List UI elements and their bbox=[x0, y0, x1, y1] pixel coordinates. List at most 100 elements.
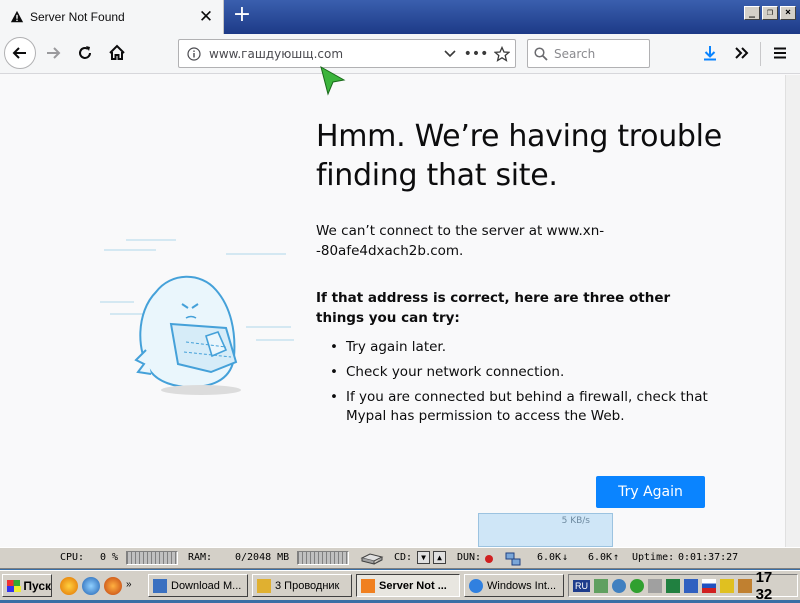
uptime-value: 0:01:37:27 bbox=[678, 552, 739, 563]
list-item: Check your network connection. bbox=[330, 363, 710, 382]
minimize-button[interactable]: _ bbox=[744, 6, 760, 20]
cpu-label: CPU: bbox=[60, 552, 85, 563]
task-download-manager[interactable]: Download M... bbox=[148, 574, 248, 597]
ram-gauge bbox=[297, 551, 349, 565]
tray-app-icon[interactable] bbox=[594, 578, 608, 593]
volume-icon[interactable] bbox=[647, 578, 662, 593]
tx-rate: 6.0K bbox=[588, 552, 613, 563]
windows-logo-icon bbox=[7, 579, 22, 592]
window-controls: _ ❐ × bbox=[744, 6, 796, 20]
quick-launch-expand-icon[interactable]: » bbox=[126, 579, 132, 590]
search-icon bbox=[534, 46, 548, 61]
taskbar: Пуск » Download M... 3 Проводник Server … bbox=[0, 569, 800, 603]
uptime-label: Uptime: bbox=[632, 552, 675, 563]
task-windows-internet[interactable]: Windows Int... bbox=[464, 574, 564, 597]
reload-icon bbox=[79, 46, 91, 59]
double-chevron-icon bbox=[735, 47, 749, 59]
quick-launch-network-icon[interactable] bbox=[82, 577, 100, 595]
forward-button[interactable] bbox=[38, 38, 68, 68]
tray-monitor-icon[interactable] bbox=[665, 578, 680, 593]
suggestions-list: Try again later. Check your network conn… bbox=[330, 338, 710, 432]
browser-window: Server Not Found ✕ + _ ❐ × www.гашдуюшщ.… bbox=[0, 0, 800, 547]
home-icon bbox=[109, 44, 125, 60]
bookmark-star-icon[interactable] bbox=[489, 45, 515, 62]
search-placeholder[interactable]: Search bbox=[554, 47, 595, 61]
hamburger-menu-icon bbox=[774, 47, 786, 59]
network-speed-widget: 5 KB/s bbox=[478, 513, 613, 547]
new-tab-icon[interactable]: + bbox=[230, 4, 254, 28]
warning-icon bbox=[10, 10, 24, 23]
system-tray: RU 17 32 bbox=[568, 569, 798, 603]
tab-title: Server Not Found bbox=[30, 10, 125, 24]
overflow-button[interactable] bbox=[727, 38, 757, 68]
vertical-scrollbar[interactable] bbox=[785, 75, 800, 547]
close-tab-icon[interactable]: ✕ bbox=[195, 6, 217, 28]
tray-warning-icon[interactable] bbox=[719, 578, 734, 593]
sad-dinosaur-illustration bbox=[100, 239, 294, 395]
cd-close-icon[interactable]: ▲ bbox=[433, 551, 446, 564]
task-explorer[interactable]: 3 Проводник bbox=[252, 574, 352, 597]
browser-icon bbox=[361, 578, 375, 593]
list-item: Try again later. bbox=[330, 338, 710, 357]
forward-arrow-icon bbox=[47, 47, 61, 59]
language-indicator[interactable]: RU bbox=[573, 579, 590, 592]
tray-network-icon[interactable] bbox=[611, 578, 626, 593]
mouse-cursor-icon bbox=[320, 66, 346, 96]
tray-connection-icon[interactable] bbox=[683, 578, 698, 593]
reload-button[interactable] bbox=[70, 38, 100, 68]
system-monitor-bar: CPU: 0 % RAM: 0/2048 MB CD: ▼ ▲ DUN: 6.0… bbox=[0, 547, 800, 569]
task-label: 3 Проводник bbox=[275, 579, 340, 592]
start-button[interactable]: Пуск bbox=[2, 574, 52, 597]
error-heading: Hmm. We’re having trouble finding that s… bbox=[316, 119, 722, 193]
tray-status-icon[interactable] bbox=[629, 578, 644, 593]
internet-explorer-icon bbox=[469, 578, 483, 593]
url-text[interactable]: www.гашдуюшщ.com bbox=[209, 47, 437, 61]
ram-value: 0/2048 MB bbox=[235, 552, 290, 563]
cd-eject-icon[interactable]: ▼ bbox=[417, 551, 430, 564]
network-rate: 5 KB/s bbox=[561, 516, 590, 526]
dun-status-icon bbox=[485, 555, 493, 563]
cpu-value: 0 % bbox=[100, 552, 119, 563]
dropdown-chevron-icon[interactable] bbox=[437, 49, 463, 58]
rx-arrow-icon: ↓ bbox=[562, 552, 569, 563]
home-button[interactable] bbox=[102, 38, 132, 68]
navigation-toolbar: www.гашдуюшщ.com ••• Search bbox=[0, 34, 800, 74]
list-item: If you are connected but behind a firewa… bbox=[330, 388, 710, 426]
tab-strip: Server Not Found ✕ + _ ❐ × bbox=[0, 0, 800, 34]
back-arrow-icon bbox=[12, 47, 26, 59]
download-arrow-icon bbox=[704, 46, 716, 61]
search-bar[interactable]: Search bbox=[527, 39, 650, 68]
cpu-gauge bbox=[126, 551, 178, 565]
task-label: Windows Int... bbox=[487, 579, 557, 592]
quick-launch-browser-icon[interactable] bbox=[104, 577, 122, 595]
russian-flag-icon[interactable] bbox=[701, 578, 716, 593]
menu-button[interactable] bbox=[765, 38, 795, 68]
task-label: Server Not ... bbox=[379, 579, 447, 592]
suggestions-title: If that address is correct, here are thr… bbox=[316, 290, 671, 326]
download-manager-icon bbox=[153, 578, 167, 593]
back-button[interactable] bbox=[4, 37, 36, 69]
task-server-not-found[interactable]: Server Not ... bbox=[356, 574, 460, 597]
tray-tools-icon[interactable] bbox=[737, 578, 752, 593]
toolbar-separator bbox=[760, 42, 761, 66]
network-computers-icon bbox=[505, 552, 521, 566]
tx-arrow-icon: ↑ bbox=[613, 552, 620, 563]
disk-drive-icon bbox=[360, 553, 384, 565]
dun-label: DUN: bbox=[457, 552, 482, 563]
rx-rate: 6.0K bbox=[537, 552, 562, 563]
folder-icon bbox=[257, 578, 271, 593]
restore-button[interactable]: ❐ bbox=[762, 6, 778, 20]
try-again-button[interactable]: Try Again bbox=[596, 476, 705, 508]
task-label: Download M... bbox=[171, 579, 242, 592]
page-actions-icon[interactable]: ••• bbox=[463, 46, 489, 62]
downloads-button[interactable] bbox=[695, 38, 725, 68]
error-message: We can’t connect to the server at www.xn… bbox=[316, 223, 605, 259]
quick-launch-warning-icon[interactable] bbox=[60, 577, 78, 595]
start-label: Пуск bbox=[23, 578, 51, 593]
ram-label: RAM: bbox=[188, 552, 213, 563]
clock[interactable]: 17 32 bbox=[756, 569, 793, 603]
info-icon[interactable] bbox=[179, 46, 209, 61]
tab-server-not-found[interactable]: Server Not Found ✕ bbox=[0, 0, 224, 34]
close-window-button[interactable]: × bbox=[780, 6, 796, 20]
url-bar[interactable]: www.гашдуюшщ.com ••• bbox=[178, 39, 516, 68]
